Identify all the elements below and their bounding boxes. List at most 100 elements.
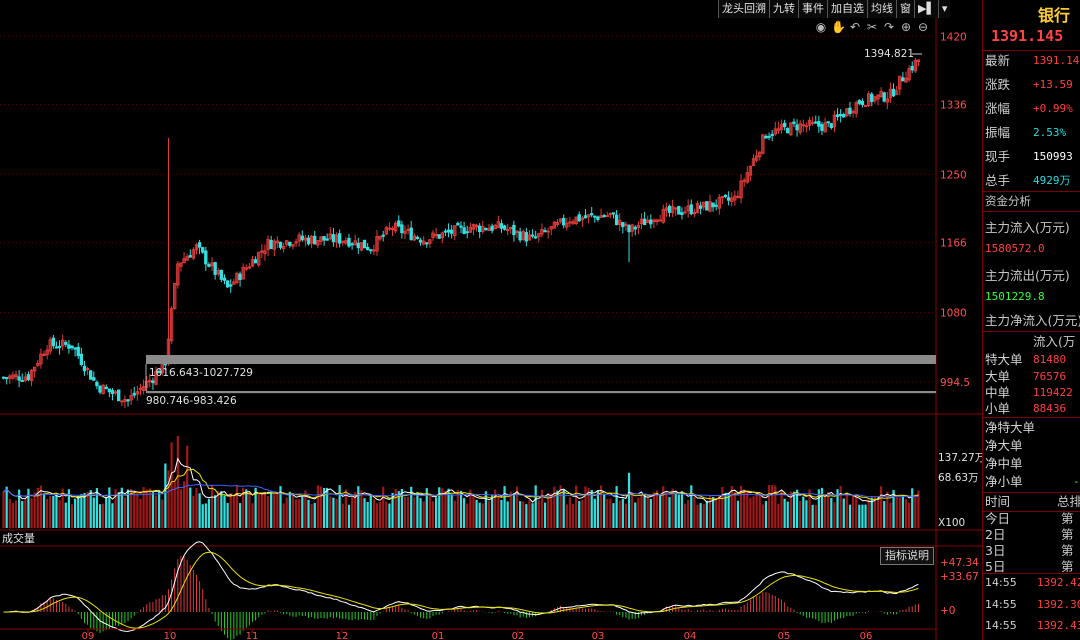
volume-bar (260, 493, 263, 528)
candle (624, 223, 628, 226)
candle (826, 121, 830, 124)
panel-title: 银行 (1038, 6, 1071, 25)
gap-label-upper: 1016.643-1027.729 (149, 367, 253, 379)
volume-bar (503, 486, 506, 528)
candle (593, 215, 597, 218)
volume-bar (201, 504, 204, 528)
indicator-help-button[interactable]: 指标说明 (880, 547, 934, 565)
volume-bar (52, 496, 55, 528)
volume-bar (911, 488, 914, 528)
volume-bar (603, 493, 606, 528)
candle (400, 224, 404, 234)
volume-bar (914, 494, 917, 528)
volume-bar (105, 496, 108, 528)
volume-bar (472, 495, 475, 528)
divider (983, 211, 1080, 212)
candle (449, 229, 454, 234)
volume-bar (462, 498, 466, 528)
volume-bar (55, 493, 58, 528)
volume-bar (730, 486, 733, 528)
volume-bar (89, 490, 92, 528)
toolbar-ma-button[interactable]: 均线 (867, 0, 896, 18)
volume-bar (792, 491, 796, 528)
candle (418, 239, 423, 243)
volume-bar (590, 489, 593, 528)
volume-bar (102, 503, 105, 528)
candle (197, 242, 202, 248)
volume-bar (316, 485, 319, 528)
volume-bar (721, 486, 724, 528)
candle (95, 381, 99, 387)
toolbar-dragon-review-button[interactable]: 龙头回溯 (718, 0, 769, 18)
candle (126, 399, 130, 402)
hand-icon[interactable]: ✋ (831, 20, 846, 34)
candle (546, 230, 550, 233)
volume-bar (596, 490, 600, 528)
net-row: 净特大单 (985, 420, 1036, 435)
candle (848, 107, 852, 114)
volume-bar (805, 500, 808, 528)
scissors-icon[interactable]: ✂ (865, 20, 879, 34)
divider (983, 331, 1080, 332)
volume-bar (459, 490, 463, 528)
volume-bar (655, 490, 659, 528)
volume-bar (895, 495, 898, 528)
volume-bar (889, 502, 892, 528)
zoom-in-icon[interactable]: ⊕ (899, 20, 913, 34)
candle (882, 92, 886, 102)
candle (505, 229, 510, 232)
volume-bar (145, 489, 148, 528)
candle (596, 216, 600, 220)
volume-bar (14, 500, 18, 528)
redo-icon[interactable]: ↷ (882, 20, 896, 34)
candle (689, 204, 693, 215)
candle (810, 121, 815, 124)
candle (649, 219, 653, 225)
candle (365, 246, 370, 251)
zoom-out-icon[interactable]: ⊖ (916, 20, 930, 34)
chart-area[interactable]: 1420 1336 1250 1166 1080 994.5 1016.643-1027.7… (0, 0, 982, 640)
undo-icon[interactable]: ↶ (848, 20, 862, 34)
price-tick: 1336 (940, 100, 967, 112)
candle (415, 236, 420, 240)
volume-bar (450, 494, 453, 528)
volume-bar (752, 496, 755, 528)
macd-line (3, 551, 919, 629)
volume-bar (11, 502, 15, 528)
candle (870, 93, 874, 103)
toolbar-add-watchlist-button[interactable]: 加自选 (827, 0, 867, 18)
candle (107, 388, 112, 393)
volume-bar (288, 491, 291, 528)
candle (253, 259, 258, 264)
toolbar-window-button[interactable]: 窗 (896, 0, 914, 18)
volume-bar (665, 491, 668, 528)
candle (98, 385, 102, 393)
eye-icon[interactable]: ◉ (814, 20, 828, 34)
volume-bar (901, 495, 905, 528)
flow-header[interactable]: 资金分析 (985, 192, 1031, 210)
chart-tools: ◉ ✋ ↶ ✂ ↷ ⊕ ⊖ (814, 20, 930, 34)
volume-bar (783, 498, 786, 528)
toolbar-expand-icon[interactable]: ▶▌ (914, 0, 938, 18)
volume-bar (487, 501, 491, 528)
candle (322, 236, 326, 241)
net-row: 净小单 - (985, 474, 1080, 489)
toolbar-events-button[interactable]: 事件 (798, 0, 827, 18)
volume-bar (58, 499, 61, 528)
volume-bar (276, 493, 279, 528)
candle (804, 125, 809, 128)
toolbar-nine-turn-button[interactable]: 九转 (769, 0, 798, 18)
volume-bar (338, 485, 341, 528)
volume-bar (475, 499, 478, 528)
candle (20, 379, 24, 382)
volume-bar (307, 499, 310, 528)
candle (79, 353, 84, 365)
volume-bar (403, 496, 407, 528)
volume-bar (77, 496, 80, 528)
candle (726, 197, 731, 201)
candle (269, 239, 273, 249)
toolbar-dropdown-icon[interactable]: ▾ (937, 0, 951, 18)
rank-header: 时间 总排 (985, 494, 1080, 509)
candle (590, 213, 594, 216)
volume-bar (30, 498, 33, 528)
